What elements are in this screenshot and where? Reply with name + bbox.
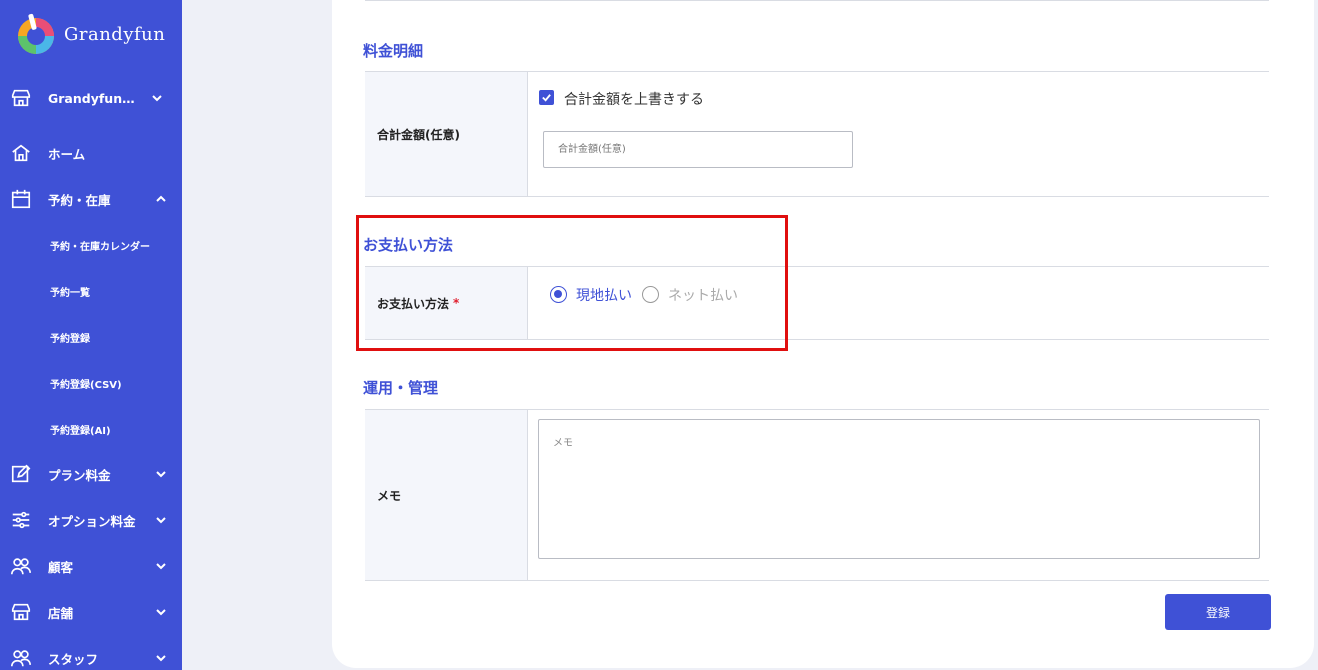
users-icon [9,554,33,578]
chevron-down-icon [154,467,168,481]
chevron-down-icon [154,513,168,527]
sidebar-item-reservations[interactable]: 予約・在庫 [0,187,182,211]
override-total-label[interactable]: 合計金額を上書きする [564,89,704,109]
sidebar-item-label: 店舗 [48,605,74,621]
sidebar-item-customers[interactable]: 顧客 [0,554,182,578]
calendar-icon [9,187,33,211]
chevron-down-icon [154,651,168,665]
submit-button[interactable]: 登録 [1165,594,1271,630]
check-icon [542,94,551,102]
sidebar-item-label: 顧客 [48,559,74,575]
sidebar-subitem-register-csv[interactable]: 予約登録(CSV) [50,376,122,391]
sidebar-subitem-calendar[interactable]: 予約・在庫カレンダー [50,238,150,253]
highlight-frame [356,215,788,351]
chevron-down-icon [154,559,168,573]
staff-icon [9,646,33,670]
home-icon [9,141,33,165]
sidebar-item-label: プラン料金 [48,467,111,483]
memo-label: メモ [365,410,528,580]
logo[interactable]: Grandyfun [16,12,165,56]
sidebar-item-home[interactable]: ホーム [0,141,182,165]
sidebar-item-label: 予約・在庫 [48,192,111,208]
sidebar: Grandyfun Grandyfun… ホーム 予約・在庫 予約・在庫カレンダ… [0,0,182,670]
store-icon [9,600,33,624]
divider [365,580,1269,581]
store-icon [9,86,33,110]
override-total-checkbox[interactable] [539,90,554,105]
store-selector-label: Grandyfun… [48,90,135,106]
section-title-pricing: 料金明細 [363,42,424,60]
total-amount-input[interactable] [543,131,853,168]
divider [365,0,1269,1]
sidebar-subitem-list[interactable]: 予約一覧 [50,284,90,299]
sidebar-subitem-register[interactable]: 予約登録 [50,330,90,345]
memo-textarea[interactable] [538,419,1260,559]
sidebar-item-label: オプション料金 [48,513,136,529]
sidebar-item-option-pricing[interactable]: オプション料金 [0,508,182,532]
store-selector[interactable]: Grandyfun… [0,86,182,110]
sidebar-item-staff[interactable]: スタッフ [0,646,182,670]
chevron-down-icon [150,91,164,105]
total-amount-label: 合計金額(任意) [365,72,528,196]
field-label: 合計金額(任意) [377,127,460,142]
logo-icon [16,12,56,56]
field-label: メモ [377,488,402,503]
chevron-up-icon [154,192,168,206]
edit-icon [9,462,33,486]
sliders-icon [9,508,33,532]
sidebar-subitem-register-ai[interactable]: 予約登録(AI) [50,422,111,437]
sidebar-item-label: スタッフ [48,651,99,667]
chevron-down-icon [154,605,168,619]
brand-name: Grandyfun [64,23,166,45]
divider [365,196,1269,197]
sidebar-item-label: ホーム [48,146,86,162]
section-title-operations: 運用・管理 [363,379,439,397]
sidebar-item-stores[interactable]: 店舗 [0,600,182,624]
sidebar-item-plan-pricing[interactable]: プラン料金 [0,462,182,486]
